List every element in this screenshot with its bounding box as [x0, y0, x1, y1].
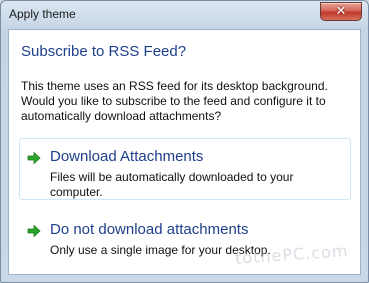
green-arrow-icon — [27, 224, 41, 238]
title-bar[interactable]: Apply theme ✕ — [1, 1, 368, 29]
dialog-message: This theme uses an RSS feed for its desk… — [21, 79, 328, 123]
window-title: Apply theme — [9, 7, 76, 21]
option-description: Files will be automatically downloaded t… — [50, 170, 294, 199]
close-icon: ✕ — [335, 4, 347, 19]
dialog-heading: Subscribe to RSS Feed? — [21, 43, 187, 60]
download-attachments-option[interactable]: Download Attachments Files will be autom… — [19, 138, 351, 200]
close-button[interactable]: ✕ — [320, 2, 362, 21]
option-title: Download Attachments — [50, 148, 204, 165]
green-arrow-icon — [27, 151, 41, 165]
dialog-body: Subscribe to RSS Feed? This theme uses a… — [8, 29, 361, 275]
option-title: Do not download attachments — [50, 221, 249, 238]
apply-theme-dialog: Apply theme ✕ Subscribe to RSS Feed? Thi… — [0, 0, 369, 283]
